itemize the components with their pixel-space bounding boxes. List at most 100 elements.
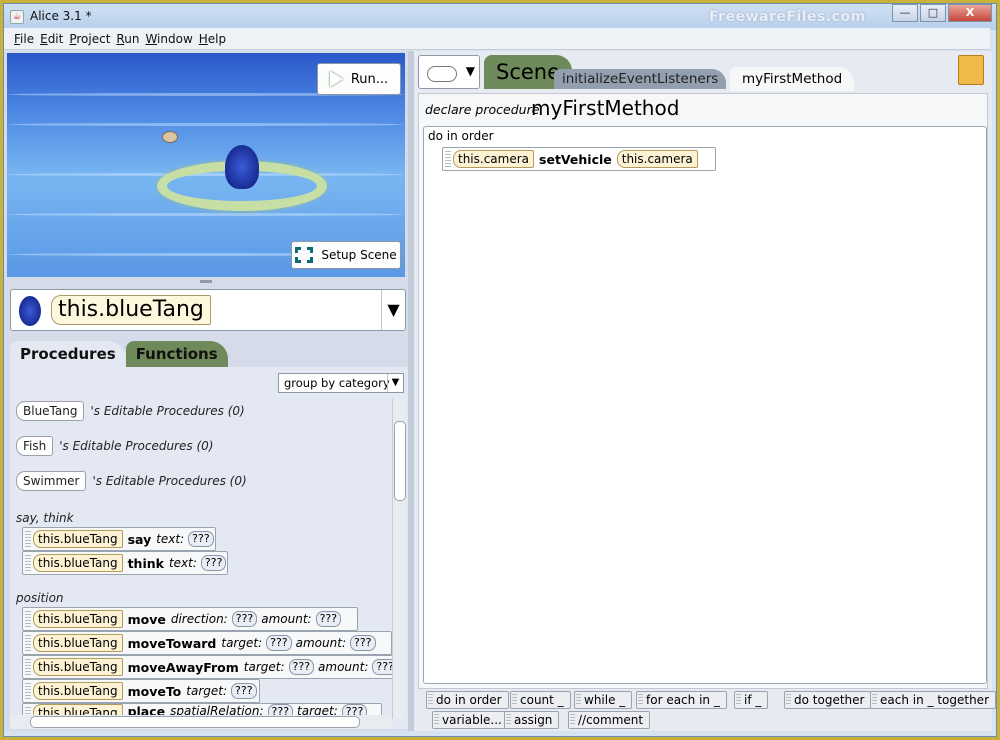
ctrl-count[interactable]: count _ (510, 691, 571, 709)
param-label: amount: (318, 660, 369, 674)
drag-grip[interactable] (445, 151, 451, 167)
object-selector[interactable]: this.blueTang ▼ (10, 289, 406, 331)
tab-my-first-method[interactable]: myFirstMethod (730, 67, 855, 91)
procedure-tile[interactable]: this.blueTang moveAwayFrom target: ??? a… (22, 655, 396, 679)
ctrl-do-together[interactable]: do together (784, 691, 872, 709)
water-wave (7, 213, 405, 216)
setup-scene-label: Setup Scene (321, 248, 397, 262)
object-tile: this.blueTang (33, 530, 123, 548)
param-label: direction: (170, 612, 228, 626)
setup-scene-button[interactable]: Setup Scene (291, 241, 401, 269)
menu-project[interactable]: Project (69, 32, 110, 46)
drag-grip[interactable] (25, 555, 31, 571)
drag-grip[interactable] (25, 635, 31, 651)
ctrl-assign[interactable]: assign (504, 711, 560, 729)
param-label: amount: (261, 612, 312, 626)
method-name: move (127, 611, 166, 627)
class-row-bluetang: BlueTang 's Editable Procedures (0) (16, 401, 245, 421)
splitter-handle[interactable] (200, 280, 212, 283)
blue-tang-icon (19, 296, 41, 326)
tab-initialize-event-listeners[interactable]: initializeEventListeners (554, 69, 727, 89)
class-tile[interactable]: Swimmer (16, 471, 87, 491)
minimize-button[interactable]: — (892, 4, 918, 22)
class-row-text: 's Editable Procedures (0) (92, 474, 247, 488)
param-value: ??? (349, 635, 376, 651)
ctrl-each-in-together[interactable]: each in _ together (870, 691, 996, 709)
menu-help[interactable]: Help (199, 32, 226, 46)
param-value: ??? (266, 635, 292, 651)
argument-tile[interactable]: this.camera (616, 150, 698, 168)
tab-functions[interactable]: Functions (125, 341, 228, 367)
class-tile[interactable]: BlueTang (16, 401, 85, 421)
left-panel: Run... Setup Scene this.blueTang ▼ Proce… (4, 51, 408, 731)
method-editor: declare procedure myFirstMethod do in or… (418, 93, 988, 689)
tab-procedures[interactable]: Procedures (10, 341, 126, 367)
param-label: text: (168, 556, 197, 570)
scrollbar-thumb[interactable] (394, 421, 406, 501)
type-shape-icon (427, 66, 457, 82)
class-row-swimmer: Swimmer 's Editable Procedures (0) (16, 471, 247, 491)
type-selector[interactable]: ▼ (418, 55, 480, 89)
object-tile: this.blueTang (33, 634, 123, 652)
play-icon (329, 71, 343, 87)
category-label: say, think (16, 511, 74, 525)
ctrl-comment[interactable]: //comment (568, 711, 651, 729)
param-label: text: (156, 532, 185, 546)
dropdown-arrow-icon[interactable]: ▼ (381, 290, 405, 330)
method-name: say (127, 531, 152, 547)
procedure-tile[interactable]: this.blueTang think text: ??? (22, 551, 228, 575)
class-tile[interactable]: Fish (16, 436, 54, 456)
ctrl-while[interactable]: while _ (574, 691, 633, 709)
group-by-value: group by category (284, 376, 390, 390)
fullscreen-icon (295, 247, 314, 263)
blue-tang-model[interactable] (225, 145, 259, 189)
procedures-panel: group by category ▼ BlueTang 's Editable… (10, 367, 408, 729)
do-in-order-block[interactable]: do in order this.camera setVehicle this.… (423, 126, 987, 684)
ctrl-for-each-in[interactable]: for each in _ (636, 691, 727, 709)
param-value: ??? (231, 611, 258, 627)
group-by-select[interactable]: group by category ▼ (278, 373, 404, 393)
class-row-fish: Fish 's Editable Procedures (0) (16, 436, 213, 456)
menu-window[interactable]: Window (145, 32, 192, 46)
vertical-scrollbar[interactable] (392, 399, 406, 719)
run-label: Run... (350, 71, 389, 87)
code-editor-panel: ▼ Scene initializeEventListeners myFirst… (414, 51, 996, 731)
drag-grip[interactable] (25, 659, 31, 675)
window-title: Alice 3.1 * (30, 9, 92, 23)
water-wave (7, 123, 405, 126)
procedure-tile[interactable]: this.blueTang moveTo target: ??? (22, 679, 260, 703)
param-value: ??? (231, 683, 257, 699)
menu-run[interactable]: Run (116, 32, 139, 46)
procedure-tile[interactable]: this.blueTang move direction: ??? amount… (22, 607, 358, 631)
scene-view[interactable]: Run... Setup Scene (7, 53, 405, 277)
object-tile: this.blueTang (33, 682, 123, 700)
title-bar: ☕ Alice 3.1 * FreewareFiles.com — □ X (4, 4, 996, 30)
ctrl-variable[interactable]: variable... (432, 711, 509, 729)
set-vehicle-statement[interactable]: this.camera setVehicle this.camera (442, 147, 716, 171)
clipboard-icon[interactable] (958, 55, 984, 85)
drag-grip[interactable] (25, 683, 31, 699)
close-button[interactable]: X (948, 4, 992, 22)
procedure-tile[interactable]: this.blueTang say text: ??? (22, 527, 216, 551)
drag-grip[interactable] (25, 531, 31, 547)
control-structures-bar: do in order count _ while _ for each in … (418, 691, 996, 729)
java-app-icon: ☕ (10, 10, 24, 24)
menu-file[interactable]: File (14, 32, 34, 46)
object-tile: this.blueTang (33, 554, 123, 572)
procedure-tile[interactable]: this.blueTang moveToward target: ??? amo… (22, 631, 392, 655)
drag-grip[interactable] (25, 611, 31, 627)
watermark: FreewareFiles.com (709, 9, 866, 25)
class-row-text: 's Editable Procedures (0) (90, 404, 245, 418)
horizontal-scrollbar[interactable] (10, 715, 392, 729)
param-value: ??? (200, 555, 227, 571)
ctrl-if[interactable]: if _ (734, 691, 769, 709)
param-label: target: (243, 660, 285, 674)
run-button[interactable]: Run... (317, 63, 401, 95)
maximize-button[interactable]: □ (920, 4, 946, 22)
scrollbar-thumb[interactable] (30, 716, 360, 728)
small-fish-model[interactable] (162, 131, 178, 143)
menu-edit[interactable]: Edit (40, 32, 63, 46)
param-label: target: (221, 636, 263, 650)
ctrl-do-in-order[interactable]: do in order (426, 691, 509, 709)
dropdown-arrow-icon: ▼ (465, 64, 475, 78)
